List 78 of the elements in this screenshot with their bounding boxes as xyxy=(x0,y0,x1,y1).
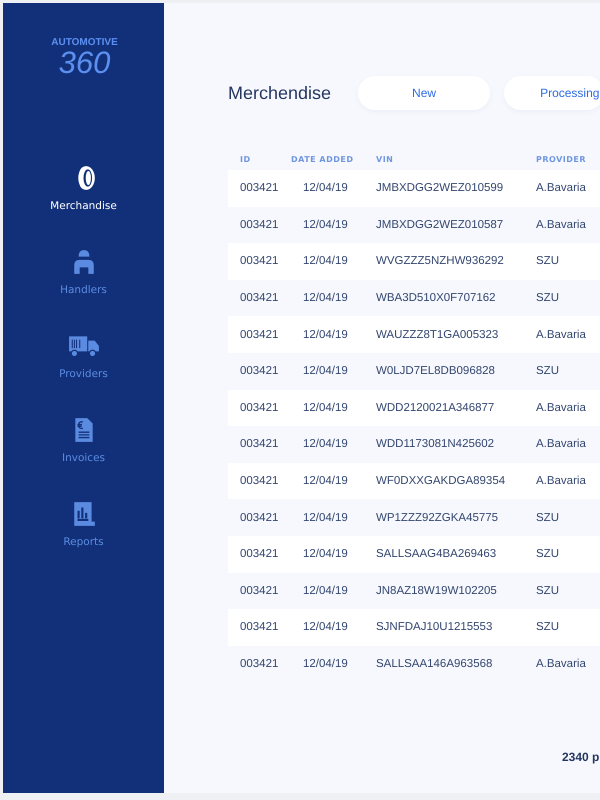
table-cell-text: SZU xyxy=(536,512,560,524)
total-count: 2340 p xyxy=(562,750,600,764)
table-cell-text: 12/04/19 xyxy=(302,584,349,597)
column-header: VIN xyxy=(376,154,394,164)
table-cell-text: 003421 xyxy=(239,475,280,488)
table-cell-text: SZU xyxy=(536,292,560,304)
table-cell-text: 12/04/19 xyxy=(302,438,349,450)
table-cell-text: 003421 xyxy=(239,365,280,378)
table-cell-text: SZU xyxy=(536,584,560,597)
table-cell-text: SZU xyxy=(536,365,560,378)
sidebar-item[interactable]: Reports xyxy=(28,500,138,548)
table-cell-text: 12/04/19 xyxy=(302,658,349,670)
table-cell-text: 12/04/19 xyxy=(302,621,349,634)
table-cell-text: 12/04/19 xyxy=(302,255,349,268)
table-cell-text: 003421 xyxy=(239,255,280,268)
table-cell-text: A.Bavaria xyxy=(536,402,587,414)
table-cell-text: JMBXDGG2WEZ010587 xyxy=(376,218,504,231)
table-cell-text: JN8AZ18W19W102205 xyxy=(376,584,498,597)
table-row[interactable]: 003421 12/04/19 SJNFDAJ10U1215553 SZU xyxy=(228,609,600,646)
table-row[interactable]: 003421 12/04/19 WF0DXXGAKDGA89354 A.Bavaria xyxy=(228,462,600,500)
table-cell-text: A.Bavaria xyxy=(536,438,587,450)
column-header: PROVIDER xyxy=(536,154,588,164)
table-cell-text: 003421 xyxy=(239,182,280,194)
sidebar-item[interactable]: Handlers xyxy=(28,248,138,296)
table-cell-text: A.Bavaria xyxy=(536,475,587,488)
table-cell-text: SJNFDAJ10U1215553 xyxy=(376,621,494,634)
table-cell-text: A.Bavaria xyxy=(536,328,587,341)
table-cell-text: SZU xyxy=(536,548,560,560)
table-cell-text: JMBXDGG2WEZ010599 xyxy=(376,182,504,194)
column-header: ID xyxy=(239,154,252,164)
logo-text: AUTOMOTIVE xyxy=(51,37,118,48)
table-cell-text: 12/04/19 xyxy=(302,512,349,524)
table-cell-text: WP1ZZZ92ZGKA45775 xyxy=(376,512,500,524)
table-cell-text: 12/04/19 xyxy=(302,365,349,378)
table-cell-text: 003421 xyxy=(239,218,280,231)
table-cell-text: 12/04/19 xyxy=(302,182,349,194)
table-cell-text: 12/04/19 xyxy=(302,292,349,304)
table-cell-text: 003421 xyxy=(239,292,280,304)
table-cell-text: WDD2120021A346877 xyxy=(376,402,496,414)
table-cell-text: SALLSAAG4BA269463 xyxy=(376,548,498,560)
sidebar-item[interactable]: Invoices xyxy=(28,416,138,464)
table-cell-text: SALLSAA146A963568 xyxy=(376,658,494,670)
table-cell-text: 12/04/19 xyxy=(302,548,349,560)
table-cell-text: WAUZZZ8T1GA005323 xyxy=(376,328,500,341)
table-cell-text: A.Bavaria xyxy=(536,182,587,194)
page-title: Merchendise xyxy=(228,82,332,104)
table-cell-text: 003421 xyxy=(239,621,280,634)
column-header: DATE ADDED xyxy=(291,154,354,164)
table-cell-text: 12/04/19 xyxy=(302,328,349,341)
filter-button[interactable]: New xyxy=(358,76,490,110)
table-row[interactable]: 003421 12/04/19 WAUZZZ8T1GA005323 A.Bavaria xyxy=(228,316,600,353)
table-row[interactable]: 003421 12/04/19 WVGZZZ5NZHW936292 SZU xyxy=(228,243,600,280)
table-cell-text: 003421 xyxy=(239,438,280,450)
table-cell-text: A.Bavaria xyxy=(536,658,587,670)
table-cell-text: 12/04/19 xyxy=(302,402,349,414)
table-cell-text: 003421 xyxy=(239,512,280,524)
table-cell-text: WF0DXXGAKDGA89354 xyxy=(376,475,506,488)
table-cell-text: WDD1173081N425602 xyxy=(376,438,496,450)
table-row[interactable]: 003421 12/04/19 WDD2120021A346877 A.Bavaria xyxy=(228,390,600,426)
sidebar-item[interactable]: Merchandise xyxy=(28,164,138,212)
sidebar-item[interactable]: Providers xyxy=(28,332,138,380)
table-cell-text: 003421 xyxy=(239,658,280,670)
table-cell-text: SZU xyxy=(536,621,560,634)
table-cell-text: 12/04/19 xyxy=(302,475,349,488)
table-cell-text: 003421 xyxy=(239,548,280,560)
table-row[interactable]: 003421 12/04/19 JMBXDGG2WEZ010599 A.Bavaria xyxy=(228,170,600,207)
table-cell-text: 003421 xyxy=(239,584,280,597)
filter-button[interactable]: Processing xyxy=(504,76,600,110)
table-cell-text: WBA3D510X0F707162 xyxy=(376,292,497,304)
logo-number: 360 xyxy=(58,48,110,78)
table-cell-text: 003421 xyxy=(239,402,280,414)
table-cell-text: A.Bavaria xyxy=(536,218,587,231)
table-cell-text: SZU xyxy=(536,255,560,268)
table-row[interactable]: 003421 12/04/19 SALLSAAG4BA269463 SZU xyxy=(228,536,600,573)
table-cell-text: WVGZZZ5NZHW936292 xyxy=(376,255,505,268)
table-cell-text: 12/04/19 xyxy=(302,218,349,231)
table-cell-text: 003421 xyxy=(239,328,280,341)
table-cell-text: W0LJD7EL8DB096828 xyxy=(376,365,496,378)
